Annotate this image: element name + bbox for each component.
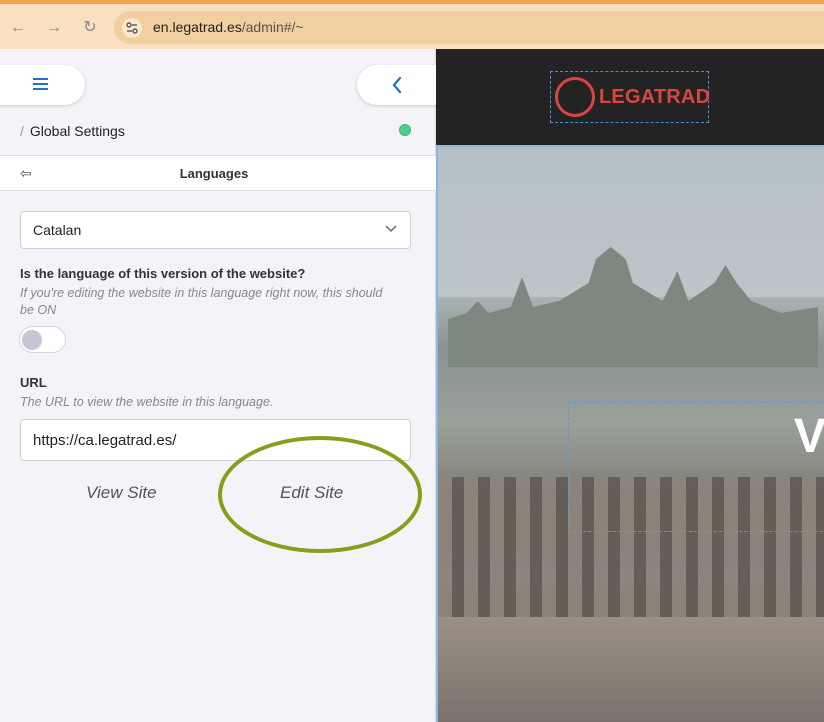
address-bar[interactable]: en.legatrad.es/admin#/~: [114, 11, 824, 44]
back-arrow-icon[interactable]: ←: [8, 18, 28, 38]
forward-arrow-icon[interactable]: →: [44, 18, 64, 38]
hero-image: V: [436, 145, 824, 722]
url-help: The URL to view the website in this lang…: [20, 395, 274, 409]
url-text: en.legatrad.es/admin#/~: [153, 19, 304, 35]
reload-icon[interactable]: ↻: [80, 18, 100, 38]
view-site-button[interactable]: View Site: [86, 483, 157, 503]
language-url-input[interactable]: [20, 419, 411, 461]
settings-panel: / Global Settings ⇦ Languages Catalan Is …: [0, 49, 457, 722]
hero-heading: V: [794, 410, 824, 463]
breadcrumb[interactable]: / Global Settings: [20, 123, 125, 139]
language-active-label: Is the language of this version of the w…: [20, 266, 306, 281]
site-preview: LEGATRAD V: [436, 49, 824, 722]
logo-text: LEGATRAD: [599, 86, 711, 108]
url-host: en.legatrad.es: [153, 19, 242, 35]
breadcrumb-separator: /: [20, 123, 24, 139]
breadcrumb-global-settings: Global Settings: [29, 123, 125, 139]
url-label: URL: [20, 375, 47, 390]
section-header: ⇦ Languages: [0, 155, 436, 191]
language-select-value: Catalan: [33, 222, 82, 238]
status-indicator: [399, 124, 411, 136]
hero-text-block[interactable]: [568, 402, 824, 532]
url-path: /admin#/~: [241, 19, 304, 35]
logo-emblem-icon: [555, 77, 595, 117]
language-select[interactable]: Catalan: [20, 211, 411, 249]
browser-toolbar: ← → ↻ en.legatrad.es/admin#/~: [0, 0, 824, 49]
section-title: Languages: [179, 166, 249, 181]
site-settings-icon[interactable]: [122, 18, 142, 38]
hero-sky: [438, 147, 824, 297]
chevron-left-icon: [392, 76, 402, 94]
edit-site-button[interactable]: Edit Site: [280, 483, 343, 503]
language-active-help: If you're editing the website in this la…: [20, 286, 383, 317]
toggle-knob: [22, 330, 42, 350]
hero-plaza: [438, 617, 824, 722]
chevron-down-icon: [385, 225, 397, 233]
hamburger-icon: [33, 78, 48, 90]
menu-button[interactable]: [0, 65, 85, 105]
language-active-toggle[interactable]: [19, 326, 66, 353]
site-logo[interactable]: LEGATRAD: [550, 71, 711, 123]
